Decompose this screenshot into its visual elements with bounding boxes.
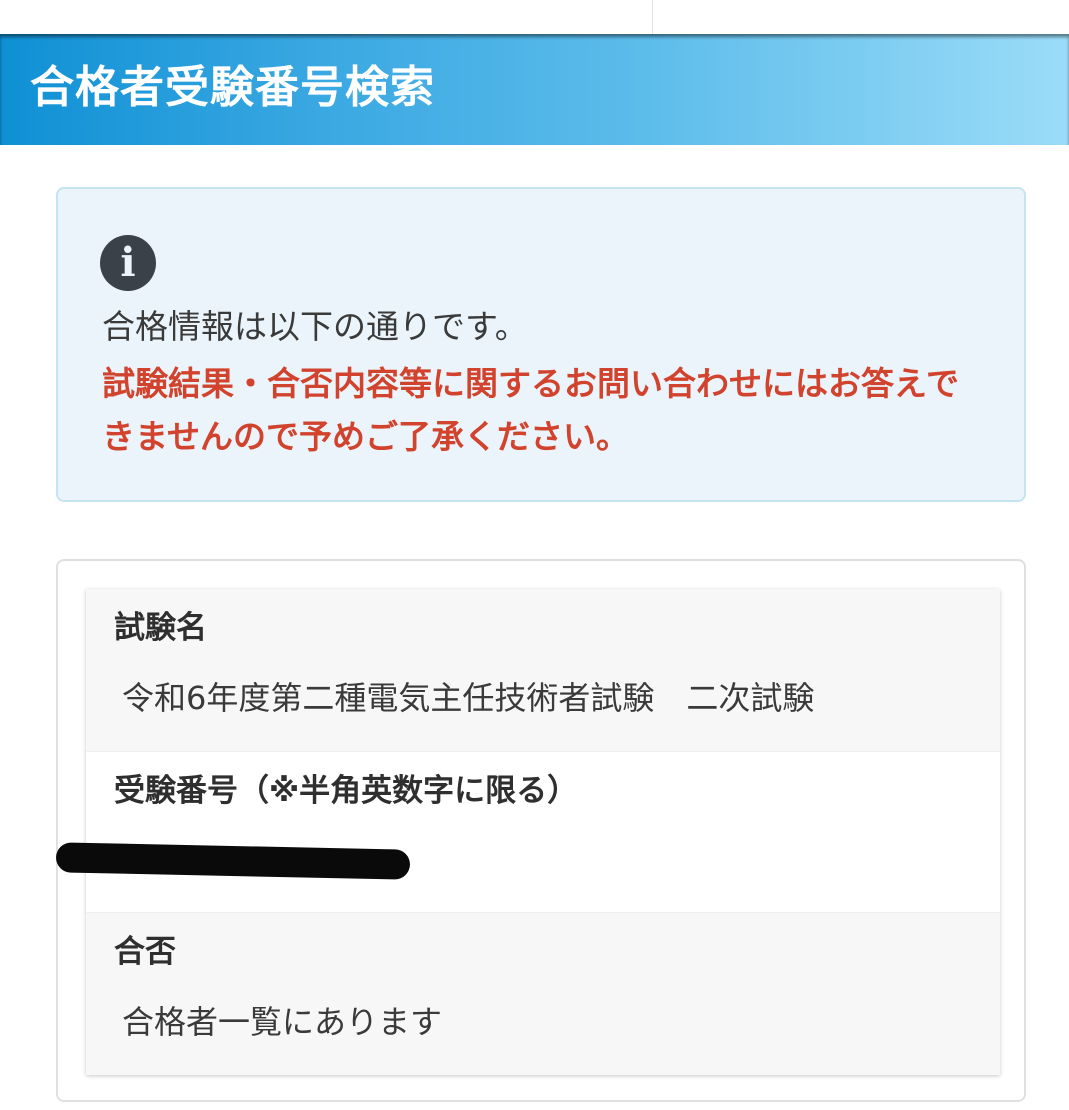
info-notice: i 合格情報は以下の通りです。 試験結果・合否内容等に関するお問い合わせにはお答… xyxy=(56,187,1026,502)
pass-fail-label: 合否 xyxy=(114,934,176,970)
top-bar-divider xyxy=(652,0,653,34)
exam-name-label: 試験名 xyxy=(114,610,207,646)
result-card: 試験名 令和6年度第二種電気主任技術者試験 二次試験 受験番号（※半角英数字に限… xyxy=(55,559,1026,1102)
info-message: 合格情報は以下の通りです。 xyxy=(102,307,528,346)
pass-fail-row: 合否 合格者一覧にあります xyxy=(86,913,1000,1075)
pass-fail-value: 合格者一覧にあります xyxy=(122,1003,443,1041)
page-title: 合格者受験番号検索 xyxy=(30,62,435,113)
redaction-mark xyxy=(55,842,411,880)
browser-top-bar xyxy=(0,0,1069,34)
info-circle-icon: i xyxy=(100,235,156,291)
result-table: 試験名 令和6年度第二種電気主任技術者試験 二次試験 受験番号（※半角英数字に限… xyxy=(55,589,1000,1075)
info-warning: 試験結果・合否内容等に関するお問い合わせにはお答えできませんので予めご了承くださ… xyxy=(102,364,960,456)
exam-name-row: 試験名 令和6年度第二種電気主任技術者試験 二次試験 xyxy=(86,589,1000,751)
page-header: 合格者受験番号検索 xyxy=(0,34,1069,145)
exam-name-value: 令和6年度第二種電気主任技術者試験 二次試験 xyxy=(122,679,815,717)
exam-number-row: 受験番号（※半角英数字に限る） xyxy=(55,751,1000,913)
exam-number-label: 受験番号（※半角英数字に限る） xyxy=(114,773,579,809)
